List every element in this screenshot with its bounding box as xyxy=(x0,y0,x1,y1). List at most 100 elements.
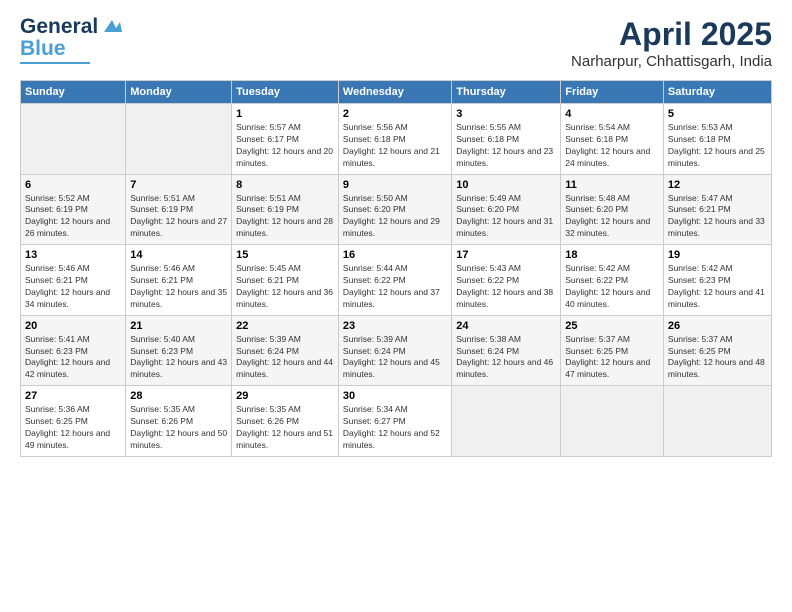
calendar-cell xyxy=(21,104,126,175)
cell-info: Sunrise: 5:42 AMSunset: 6:23 PMDaylight:… xyxy=(668,263,767,311)
cell-info: Sunrise: 5:45 AMSunset: 6:21 PMDaylight:… xyxy=(236,263,334,311)
day-number: 18 xyxy=(565,249,659,261)
day-number: 12 xyxy=(668,179,767,191)
cell-info: Sunrise: 5:41 AMSunset: 6:23 PMDaylight:… xyxy=(25,334,121,382)
day-number: 8 xyxy=(236,179,334,191)
logo-general: General xyxy=(20,16,98,38)
cell-info: Sunrise: 5:53 AMSunset: 6:18 PMDaylight:… xyxy=(668,122,767,170)
day-number: 1 xyxy=(236,108,334,120)
calendar-week-4: 20 Sunrise: 5:41 AMSunset: 6:23 PMDayligh… xyxy=(21,315,772,386)
day-number: 28 xyxy=(130,390,227,402)
calendar-cell: 28 Sunrise: 5:35 AMSunset: 6:26 PMDayligh… xyxy=(126,386,232,457)
day-number: 15 xyxy=(236,249,334,261)
calendar-cell: 9 Sunrise: 5:50 AMSunset: 6:20 PMDaylight… xyxy=(338,174,451,245)
calendar-cell: 6 Sunrise: 5:52 AMSunset: 6:19 PMDaylight… xyxy=(21,174,126,245)
header-sunday: Sunday xyxy=(21,81,126,104)
day-number: 11 xyxy=(565,179,659,191)
cell-info: Sunrise: 5:39 AMSunset: 6:24 PMDaylight:… xyxy=(343,334,447,382)
calendar-cell: 22Sunrise: 5:39 AMSunset: 6:24 PMDayligh… xyxy=(232,315,339,386)
day-number: 2 xyxy=(343,108,447,120)
cell-info: Sunrise: 5:51 AMSunset: 6:19 PMDaylight:… xyxy=(130,193,227,241)
cell-info: Sunrise: 5:40 AMSunset: 6:23 PMDaylight:… xyxy=(130,334,227,382)
calendar-cell: 26 Sunrise: 5:37 AMSunset: 6:25 PMDayligh… xyxy=(663,315,771,386)
cell-info: Sunrise: 5:48 AMSunset: 6:20 PMDaylight:… xyxy=(565,193,659,241)
cell-info: Sunrise: 5:36 AMSunset: 6:25 PMDaylight:… xyxy=(25,404,121,452)
logo-blue: Blue xyxy=(20,38,66,60)
calendar-cell: 14 Sunrise: 5:46 AMSunset: 6:21 PMDayligh… xyxy=(126,245,232,316)
day-number: 25 xyxy=(565,320,659,332)
calendar-cell: 3Sunrise: 5:55 AMSunset: 6:18 PMDaylight… xyxy=(452,104,561,175)
subtitle: Narharpur, Chhattisgarh, India xyxy=(571,53,772,70)
header-saturday: Saturday xyxy=(663,81,771,104)
calendar-cell: 12 Sunrise: 5:47 AMSunset: 6:21 PMDayligh… xyxy=(663,174,771,245)
calendar-cell: 4 Sunrise: 5:54 AMSunset: 6:18 PMDaylight… xyxy=(561,104,664,175)
header-thursday: Thursday xyxy=(452,81,561,104)
calendar-cell: 23 Sunrise: 5:39 AMSunset: 6:24 PMDayligh… xyxy=(338,315,451,386)
calendar-cell: 25 Sunrise: 5:37 AMSunset: 6:25 PMDayligh… xyxy=(561,315,664,386)
page-header: General Blue April 2025 Narharpur, Chhat… xyxy=(20,16,772,70)
calendar-cell: 8 Sunrise: 5:51 AMSunset: 6:19 PMDaylight… xyxy=(232,174,339,245)
calendar-cell: 24 Sunrise: 5:38 AMSunset: 6:24 PMDayligh… xyxy=(452,315,561,386)
calendar-cell: 30Sunrise: 5:34 AMSunset: 6:27 PMDayligh… xyxy=(338,386,451,457)
day-number: 7 xyxy=(130,179,227,191)
day-number: 23 xyxy=(343,320,447,332)
logo: General Blue xyxy=(20,16,122,64)
title-block: April 2025 Narharpur, Chhattisgarh, Indi… xyxy=(571,16,772,70)
day-number: 4 xyxy=(565,108,659,120)
header-friday: Friday xyxy=(561,81,664,104)
day-number: 29 xyxy=(236,390,334,402)
calendar-week-3: 13 Sunrise: 5:46 AMSunset: 6:21 PMDayligh… xyxy=(21,245,772,316)
calendar-week-5: 27 Sunrise: 5:36 AMSunset: 6:25 PMDayligh… xyxy=(21,386,772,457)
day-number: 27 xyxy=(25,390,121,402)
calendar-header-row: SundayMondayTuesdayWednesdayThursdayFrid… xyxy=(21,81,772,104)
cell-info: Sunrise: 5:35 AMSunset: 6:26 PMDaylight:… xyxy=(236,404,334,452)
cell-info: Sunrise: 5:35 AMSunset: 6:26 PMDaylight:… xyxy=(130,404,227,452)
calendar-cell: 19 Sunrise: 5:42 AMSunset: 6:23 PMDayligh… xyxy=(663,245,771,316)
header-monday: Monday xyxy=(126,81,232,104)
day-number: 20 xyxy=(25,320,121,332)
day-number: 13 xyxy=(25,249,121,261)
day-number: 26 xyxy=(668,320,767,332)
calendar-cell: 17Sunrise: 5:43 AMSunset: 6:22 PMDayligh… xyxy=(452,245,561,316)
calendar-table: SundayMondayTuesdayWednesdayThursdayFrid… xyxy=(20,80,772,457)
calendar-cell: 7 Sunrise: 5:51 AMSunset: 6:19 PMDaylight… xyxy=(126,174,232,245)
day-number: 30 xyxy=(343,390,447,402)
cell-info: Sunrise: 5:51 AMSunset: 6:19 PMDaylight:… xyxy=(236,193,334,241)
calendar-cell: 2 Sunrise: 5:56 AMSunset: 6:18 PMDaylight… xyxy=(338,104,451,175)
logo-underline xyxy=(20,62,90,64)
cell-info: Sunrise: 5:46 AMSunset: 6:21 PMDaylight:… xyxy=(130,263,227,311)
calendar-cell xyxy=(126,104,232,175)
cell-info: Sunrise: 5:50 AMSunset: 6:20 PMDaylight:… xyxy=(343,193,447,241)
cell-info: Sunrise: 5:47 AMSunset: 6:21 PMDaylight:… xyxy=(668,193,767,241)
day-number: 19 xyxy=(668,249,767,261)
cell-info: Sunrise: 5:44 AMSunset: 6:22 PMDaylight:… xyxy=(343,263,447,311)
day-number: 5 xyxy=(668,108,767,120)
calendar-cell: 18 Sunrise: 5:42 AMSunset: 6:22 PMDayligh… xyxy=(561,245,664,316)
calendar-cell xyxy=(561,386,664,457)
cell-info: Sunrise: 5:54 AMSunset: 6:18 PMDaylight:… xyxy=(565,122,659,170)
day-number: 24 xyxy=(456,320,556,332)
day-number: 22 xyxy=(236,320,334,332)
day-number: 6 xyxy=(25,179,121,191)
header-wednesday: Wednesday xyxy=(338,81,451,104)
cell-info: Sunrise: 5:37 AMSunset: 6:25 PMDaylight:… xyxy=(565,334,659,382)
cell-info: Sunrise: 5:42 AMSunset: 6:22 PMDaylight:… xyxy=(565,263,659,311)
calendar-cell: 27 Sunrise: 5:36 AMSunset: 6:25 PMDayligh… xyxy=(21,386,126,457)
calendar-cell xyxy=(663,386,771,457)
cell-info: Sunrise: 5:38 AMSunset: 6:24 PMDaylight:… xyxy=(456,334,556,382)
calendar-cell: 13Sunrise: 5:46 AMSunset: 6:21 PMDayligh… xyxy=(21,245,126,316)
day-number: 14 xyxy=(130,249,227,261)
cell-info: Sunrise: 5:52 AMSunset: 6:19 PMDaylight:… xyxy=(25,193,121,241)
day-number: 3 xyxy=(456,108,556,120)
cell-info: Sunrise: 5:56 AMSunset: 6:18 PMDaylight:… xyxy=(343,122,447,170)
calendar-cell: 11 Sunrise: 5:48 AMSunset: 6:20 PMDayligh… xyxy=(561,174,664,245)
calendar-cell: 5 Sunrise: 5:53 AMSunset: 6:18 PMDaylight… xyxy=(663,104,771,175)
day-number: 17 xyxy=(456,249,556,261)
calendar-cell: 10Sunrise: 5:49 AMSunset: 6:20 PMDayligh… xyxy=(452,174,561,245)
day-number: 9 xyxy=(343,179,447,191)
calendar-cell: 29 Sunrise: 5:35 AMSunset: 6:26 PMDayligh… xyxy=(232,386,339,457)
day-number: 21 xyxy=(130,320,227,332)
cell-info: Sunrise: 5:37 AMSunset: 6:25 PMDaylight:… xyxy=(668,334,767,382)
calendar-week-1: 1Sunrise: 5:57 AMSunset: 6:17 PMDaylight… xyxy=(21,104,772,175)
calendar-cell: 21 Sunrise: 5:40 AMSunset: 6:23 PMDayligh… xyxy=(126,315,232,386)
